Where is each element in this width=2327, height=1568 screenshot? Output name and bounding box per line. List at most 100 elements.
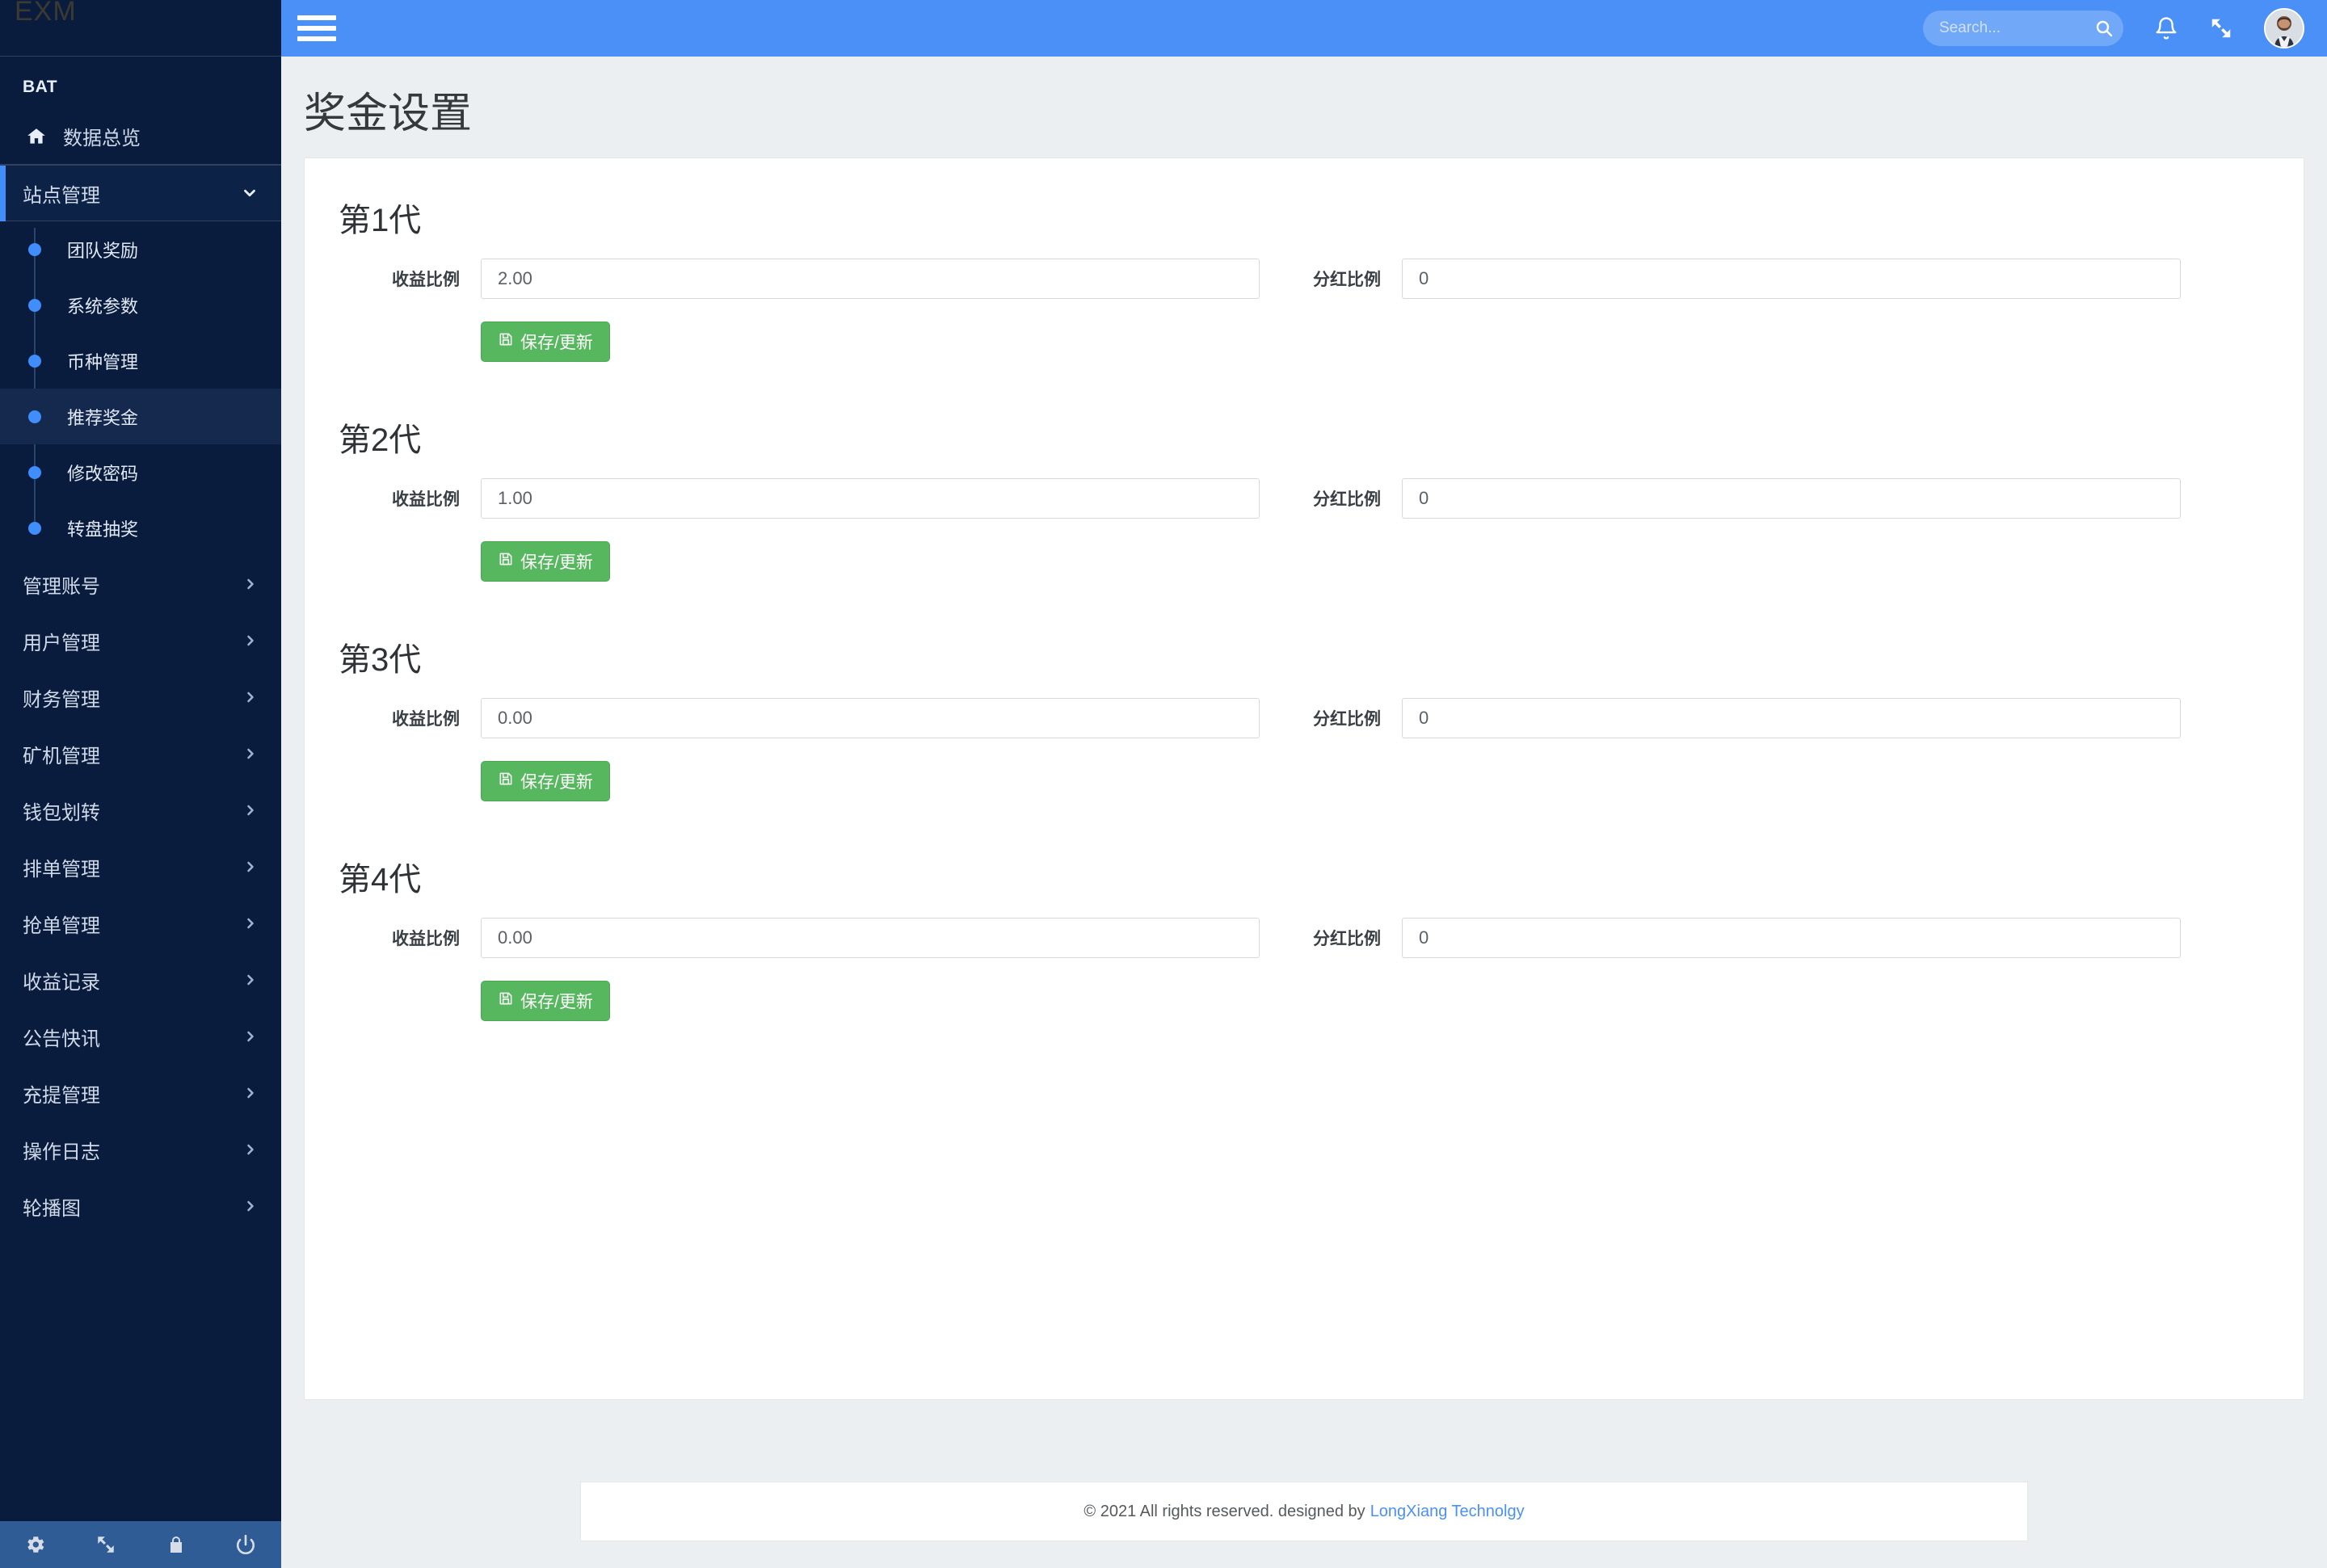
- chevron-right-icon: [242, 746, 259, 762]
- save-update-label: 保存/更新: [520, 553, 593, 572]
- profit-ratio-field: 收益比例: [339, 478, 1260, 519]
- footer-company-link[interactable]: LongXiang Technolgy: [1370, 1503, 1525, 1521]
- sidebar-item-label: 矿机管理: [23, 745, 100, 767]
- sidebar-item-label: 公告快讯: [23, 1028, 100, 1050]
- generation-fields-row: 收益比例 分红比例: [339, 918, 2270, 958]
- chevron-right-icon: [242, 915, 259, 931]
- gear-icon[interactable]: [25, 1534, 46, 1555]
- sidebar-item-admin-accounts[interactable]: 管理账号: [0, 556, 281, 612]
- generation-fields-row: 收益比例 分红比例: [339, 698, 2270, 738]
- chevron-right-icon: [242, 1198, 259, 1214]
- sidebar-subitem-system-params[interactable]: 系统参数: [0, 277, 281, 333]
- search-box[interactable]: [1923, 11, 2123, 46]
- generation-block: 第3代 收益比例 分红比例 保存/更新: [339, 633, 2270, 801]
- chevron-right-icon: [242, 633, 259, 649]
- generation-action-row: 保存/更新: [339, 322, 2270, 362]
- chevron-right-icon: [242, 576, 259, 592]
- sidebar-item-site-management[interactable]: 站点管理: [0, 165, 281, 544]
- sidebar-item-carousel[interactable]: 轮播图: [0, 1178, 281, 1234]
- fullscreen-icon[interactable]: [2209, 16, 2233, 40]
- menu-toggle-button[interactable]: [297, 12, 336, 44]
- chevron-right-icon: [242, 972, 259, 988]
- sidebar-subitem-label: 推荐奖金: [67, 407, 139, 428]
- save-floppy-icon: [498, 551, 514, 572]
- hamburger-bar: [297, 36, 336, 41]
- sidebar-item-label: 站点管理: [23, 184, 100, 207]
- chevron-right-icon: [242, 1141, 259, 1158]
- dividend-ratio-input[interactable]: [1402, 918, 2181, 958]
- chevron-right-icon: [242, 1085, 259, 1101]
- sidebar-item-label: 用户管理: [23, 632, 100, 654]
- sidebar-subitem-wheel-lottery[interactable]: 转盘抽奖: [0, 500, 281, 556]
- sidebar-item-earnings-records[interactable]: 收益记录: [0, 952, 281, 1008]
- generation-block: 第4代 收益比例 分红比例 保存/更新: [339, 853, 2270, 1021]
- footer-copyright: © 2021 All rights reserved. designed by: [1084, 1502, 1365, 1520]
- profit-ratio-field: 收益比例: [339, 259, 1260, 299]
- generation-action-row: 保存/更新: [339, 761, 2270, 801]
- sidebar-item-miner-management[interactable]: 矿机管理: [0, 725, 281, 782]
- profit-ratio-input[interactable]: [481, 259, 1260, 299]
- profit-ratio-label: 收益比例: [392, 710, 460, 729]
- sidebar-submenu: 团队奖励 系统参数 币种管理 推荐奖金 修改密码 转盘抽奖: [0, 221, 281, 556]
- generation-fields-row: 收益比例 分红比例: [339, 478, 2270, 519]
- sidebar-item-wallet-transfer[interactable]: 钱包划转: [0, 782, 281, 839]
- sidebar-item-user-management[interactable]: 用户管理: [0, 612, 281, 669]
- sidebar-subitem-label: 系统参数: [67, 296, 139, 317]
- save-update-label: 保存/更新: [520, 993, 593, 1011]
- dividend-ratio-input[interactable]: [1402, 698, 2181, 738]
- profit-ratio-input[interactable]: [481, 698, 1260, 738]
- topbar: [281, 0, 2327, 57]
- chevron-right-icon: [242, 802, 259, 818]
- save-update-button[interactable]: 保存/更新: [481, 981, 610, 1021]
- search-input[interactable]: [1923, 11, 2123, 46]
- sidebar-item-label: 排单管理: [23, 858, 100, 881]
- sidebar-subitem-team-reward[interactable]: 团队奖励: [0, 221, 281, 277]
- save-floppy-icon: [498, 771, 514, 792]
- sidebar-submenu-wrapper: 团队奖励 系统参数 币种管理 推荐奖金 修改密码 转盘抽奖: [0, 221, 281, 556]
- generation-action-row: 保存/更新: [339, 541, 2270, 582]
- bullet-dot-icon: [28, 242, 41, 256]
- sidebar-item-order-queue-management[interactable]: 排单管理: [0, 839, 281, 895]
- bullet-dot-icon: [28, 465, 41, 479]
- sidebar-item-finance-management[interactable]: 财务管理: [0, 669, 281, 725]
- dividend-ratio-label: 分红比例: [1313, 710, 1381, 729]
- dividend-ratio-input[interactable]: [1402, 259, 2181, 299]
- sidebar-subitem-currency-management[interactable]: 币种管理: [0, 333, 281, 389]
- profit-ratio-input[interactable]: [481, 918, 1260, 958]
- sidebar-item-label: 抢单管理: [23, 914, 100, 937]
- profit-ratio-input[interactable]: [481, 478, 1260, 519]
- sidebar-subitem-referral-bonus[interactable]: 推荐奖金: [0, 389, 281, 444]
- sidebar-item-dashboard[interactable]: 数据总览: [0, 108, 281, 165]
- dividend-ratio-input[interactable]: [1402, 478, 2181, 519]
- bullet-dot-icon: [28, 521, 41, 535]
- profit-ratio-label: 收益比例: [392, 490, 460, 509]
- sidebar-section-label: BAT: [23, 78, 58, 96]
- dividend-ratio-field: 分红比例: [1260, 918, 2181, 958]
- lock-icon[interactable]: [166, 1534, 186, 1555]
- sidebar-item-deposit-withdraw-management[interactable]: 充提管理: [0, 1065, 281, 1121]
- sidebar-item-operation-logs[interactable]: 操作日志: [0, 1121, 281, 1178]
- topbar-actions: [1923, 8, 2304, 48]
- generation-title: 第4代: [339, 862, 422, 898]
- power-icon[interactable]: [235, 1534, 256, 1555]
- dividend-ratio-field: 分红比例: [1260, 698, 2181, 738]
- page-title: 奖金设置: [304, 90, 473, 137]
- logo-text: EXM: [15, 0, 77, 27]
- search-icon[interactable]: [2094, 19, 2114, 38]
- generation-action-row: 保存/更新: [339, 981, 2270, 1021]
- dividend-ratio-label: 分红比例: [1313, 490, 1381, 509]
- brand-bar: EXM: [0, 0, 281, 57]
- chevron-right-icon: [242, 689, 259, 705]
- save-update-button[interactable]: 保存/更新: [481, 541, 610, 582]
- fullscreen-icon[interactable]: [95, 1534, 116, 1555]
- sidebar-item-grab-order-management[interactable]: 抢单管理: [0, 895, 281, 952]
- sidebar: EXM BAT 数据总览 站点管理 团队奖励 系统参数 币种管理 推荐奖金 修改…: [0, 0, 281, 1568]
- bell-icon[interactable]: [2154, 15, 2178, 41]
- hamburger-bar: [297, 26, 336, 31]
- save-update-button[interactable]: 保存/更新: [481, 322, 610, 362]
- sidebar-item-announcements[interactable]: 公告快讯: [0, 1008, 281, 1065]
- sidebar-subitem-change-password[interactable]: 修改密码: [0, 444, 281, 500]
- generation-title: 第1代: [339, 203, 422, 238]
- save-update-button[interactable]: 保存/更新: [481, 761, 610, 801]
- avatar[interactable]: [2264, 8, 2304, 48]
